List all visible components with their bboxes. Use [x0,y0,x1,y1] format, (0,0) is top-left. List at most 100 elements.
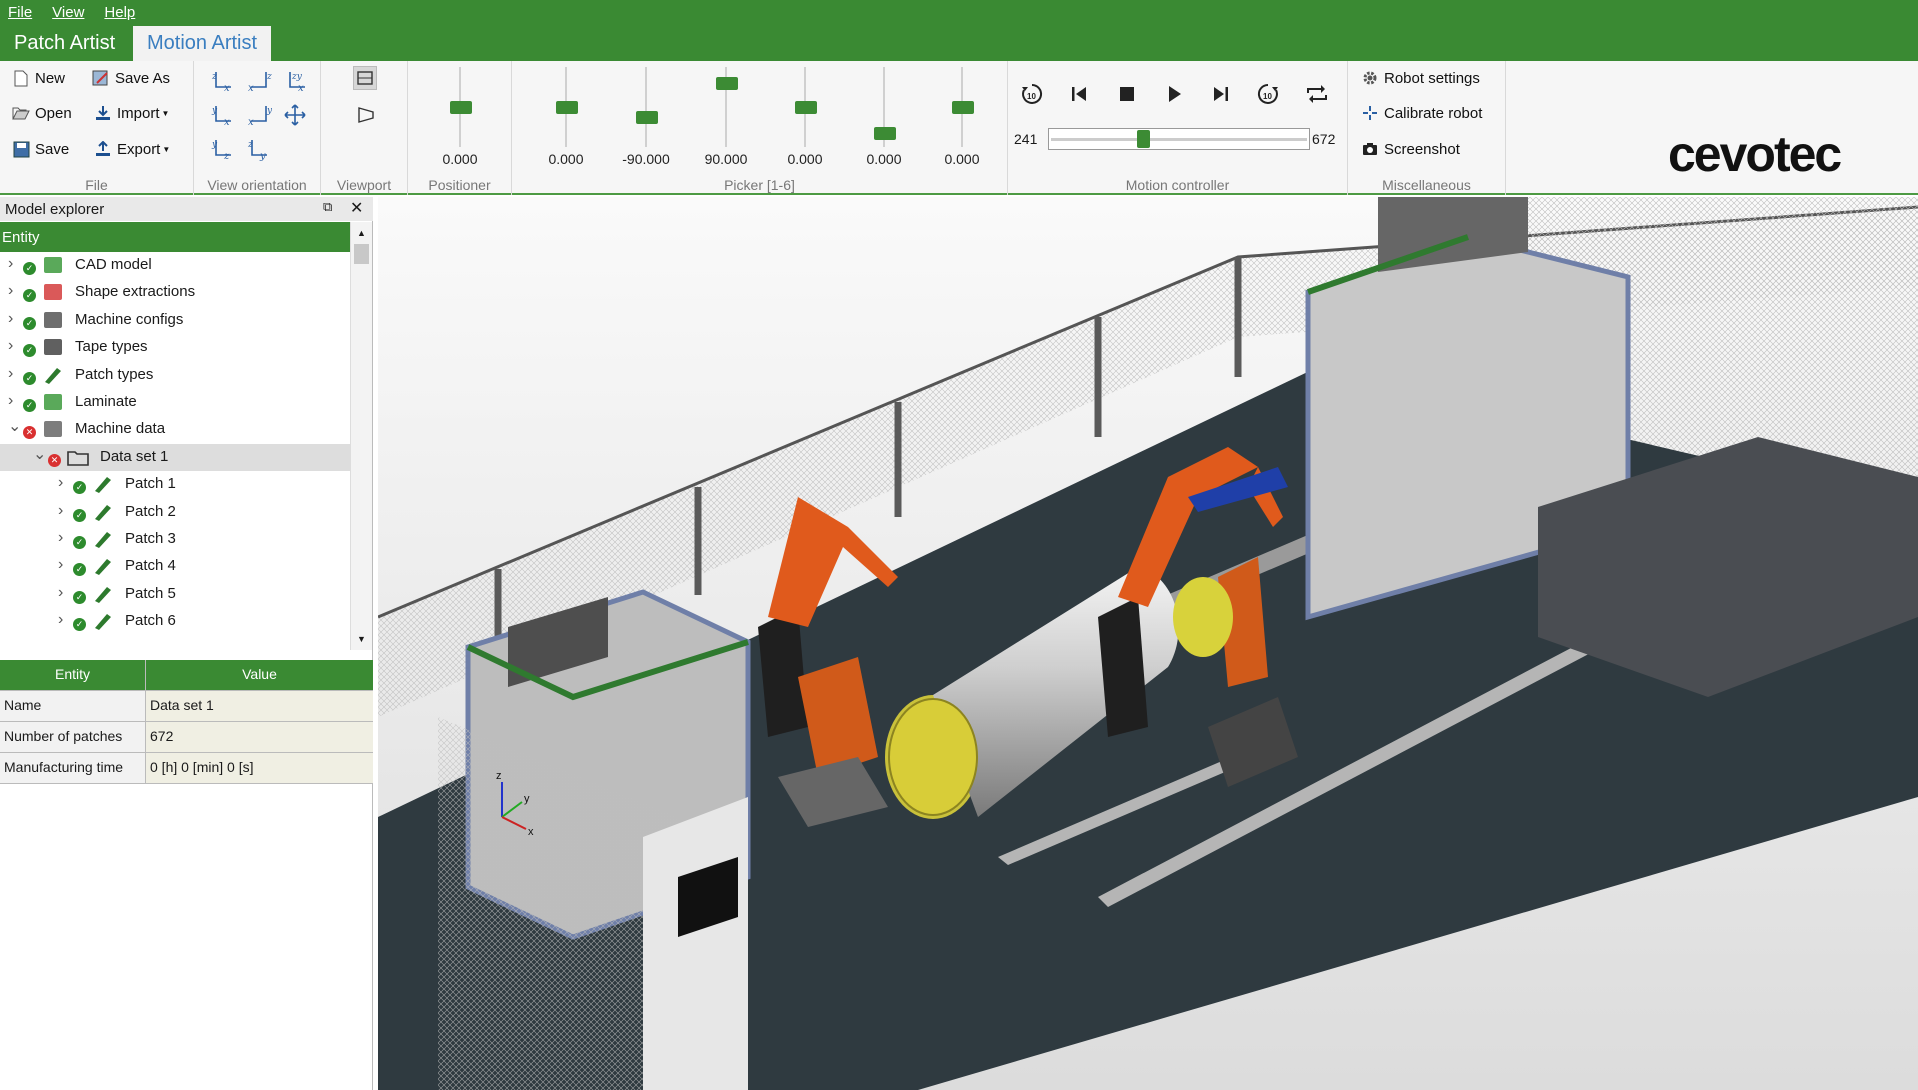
forward-10-icon[interactable]: 10 [1255,81,1281,107]
picker-slider-thumb[interactable] [556,101,578,114]
chevron-right-icon[interactable]: › [58,502,63,520]
undock-icon[interactable]: ⧉ [323,199,332,215]
tree-item[interactable]: › ✓ Laminate [0,389,350,416]
chevron-right-icon[interactable]: › [58,529,63,547]
new-button[interactable]: New [12,69,65,87]
timeline-slider[interactable] [1048,128,1310,150]
chevron-right-icon[interactable]: › [8,337,13,355]
tree-scrollbar[interactable]: ▲ ▼ [350,222,372,650]
view-zyx-icon[interactable]: zy x [282,69,308,94]
tree-item[interactable]: › ✓ Patch 4 [0,553,350,580]
property-value[interactable]: 672 [146,722,373,752]
tab-motion-artist[interactable]: Motion Artist [133,26,272,61]
viewport-perspective-icon[interactable] [355,104,379,128]
tree-item-label: Patch 4 [125,557,176,575]
tree-item[interactable]: › ✓ Patch 6 [0,608,350,635]
skip-forward-icon[interactable] [1208,81,1234,107]
menu-view[interactable]: View [52,4,84,21]
menu-file[interactable]: File [8,4,32,21]
tree-item-label: Laminate [75,393,137,410]
status-error-icon: ✕ [23,426,36,440]
tree-item[interactable]: ⌄ ✕ Machine data [0,416,350,443]
positioner-slider[interactable] [450,67,472,147]
tree-item[interactable]: › ✓ Machine configs [0,307,350,334]
view-fit-icon[interactable] [282,103,308,127]
picker-slider-thumb[interactable] [795,101,817,114]
tree-item[interactable]: ⌄ ✕ Data set 1 [0,443,350,471]
view-xy-icon[interactable]: yx [246,103,273,128]
tree-item[interactable]: › ✓ Shape extractions [0,279,350,306]
save-button[interactable]: Save [12,140,69,158]
chevron-right-icon[interactable]: › [8,282,13,300]
view-zy-icon[interactable]: zy [246,137,272,162]
screenshot-button[interactable]: Screenshot [1361,140,1460,158]
picker-slider-thumb[interactable] [636,111,658,124]
picker-slider-6[interactable] [952,67,974,147]
calibrate-robot-button[interactable]: Calibrate robot [1361,104,1482,122]
open-button[interactable]: Open [12,104,72,122]
svg-text:y: y [259,151,266,161]
skip-back-icon[interactable] [1066,81,1092,107]
picker-value-1: 0.000 [548,151,584,167]
rewind-10-icon[interactable]: 10 [1019,81,1045,107]
save-label: Save [35,140,70,158]
tree-item[interactable]: › ✓ Patch 1 [0,471,350,498]
export-button[interactable]: Export ▼ [94,140,170,158]
view-yx-icon[interactable]: yx [210,103,236,128]
status-error-icon: ✕ [48,453,61,467]
chevron-right-icon[interactable]: › [8,392,13,410]
chevron-right-icon[interactable]: › [58,474,63,492]
picker-slider-thumb[interactable] [716,77,738,90]
tree-item-label: Patch 1 [125,475,176,493]
picker-slider-1[interactable] [556,67,578,147]
tree-item[interactable]: › ✓ Patch 3 [0,526,350,553]
loop-icon[interactable] [1304,81,1330,107]
tab-patch-artist[interactable]: Patch Artist [0,26,129,61]
view-zx-icon[interactable]: zx [210,69,236,94]
view-yz-icon[interactable]: yz [210,137,236,162]
properties-col-value[interactable]: Value [146,660,373,690]
chevron-right-icon[interactable]: › [58,584,63,602]
tree-item[interactable]: › ✓ Patch 2 [0,499,350,526]
chevron-right-icon[interactable]: › [8,255,13,273]
screenshot-label: Screenshot [1384,140,1460,158]
tree-item[interactable]: › ✓ Patch 5 [0,581,350,608]
view-xz-icon[interactable]: zx [246,69,272,94]
positioner-value: 0.000 [442,151,478,167]
tree-item[interactable]: › ✓ Patch types [0,362,350,389]
property-value[interactable]: Data set 1 [146,691,373,721]
3d-viewport[interactable]: z y x [378,197,1918,1090]
properties-col-entity[interactable]: Entity [0,660,146,690]
chevron-right-icon[interactable]: › [58,611,63,629]
picker-slider-4[interactable] [795,67,817,147]
chevron-down-icon[interactable]: ⌄ [33,444,46,464]
viewport-single-icon[interactable] [353,66,377,90]
play-icon[interactable] [1161,81,1187,107]
close-icon[interactable]: ✕ [350,198,363,218]
robot-settings-button[interactable]: Robot settings [1361,69,1480,87]
import-button[interactable]: Import ▼ [94,104,169,122]
motion-controller-label: Motion controller [1125,177,1230,193]
property-value[interactable]: 0 [h] 0 [min] 0 [s] [146,753,373,783]
save-as-button[interactable]: Save As [92,69,170,87]
folder-icon [66,446,90,468]
chevron-right-icon[interactable]: › [8,365,13,383]
status-ok-icon: ✓ [73,536,86,549]
picker-slider-3[interactable] [716,67,738,147]
tree-item[interactable]: › ✓ CAD model [0,252,350,279]
entity-column-header[interactable]: Entity [0,222,350,252]
stop-icon[interactable] [1114,81,1140,107]
svg-text:y: y [266,106,272,116]
picker-slider-thumb[interactable] [874,127,896,140]
tree-item[interactable]: › ✓ Tape types [0,334,350,361]
picker-slider-5[interactable] [874,67,896,147]
tree-item-label: Data set 1 [100,447,169,465]
menu-help[interactable]: Help [104,4,135,21]
chevron-down-icon[interactable]: ⌄ [8,416,21,436]
scroll-thumb[interactable] [354,244,369,264]
chevron-right-icon[interactable]: › [58,556,63,574]
robot-settings-label: Robot settings [1384,69,1480,87]
picker-slider-thumb[interactable] [952,101,974,114]
chevron-right-icon[interactable]: › [8,310,13,328]
picker-slider-2[interactable] [636,67,658,147]
